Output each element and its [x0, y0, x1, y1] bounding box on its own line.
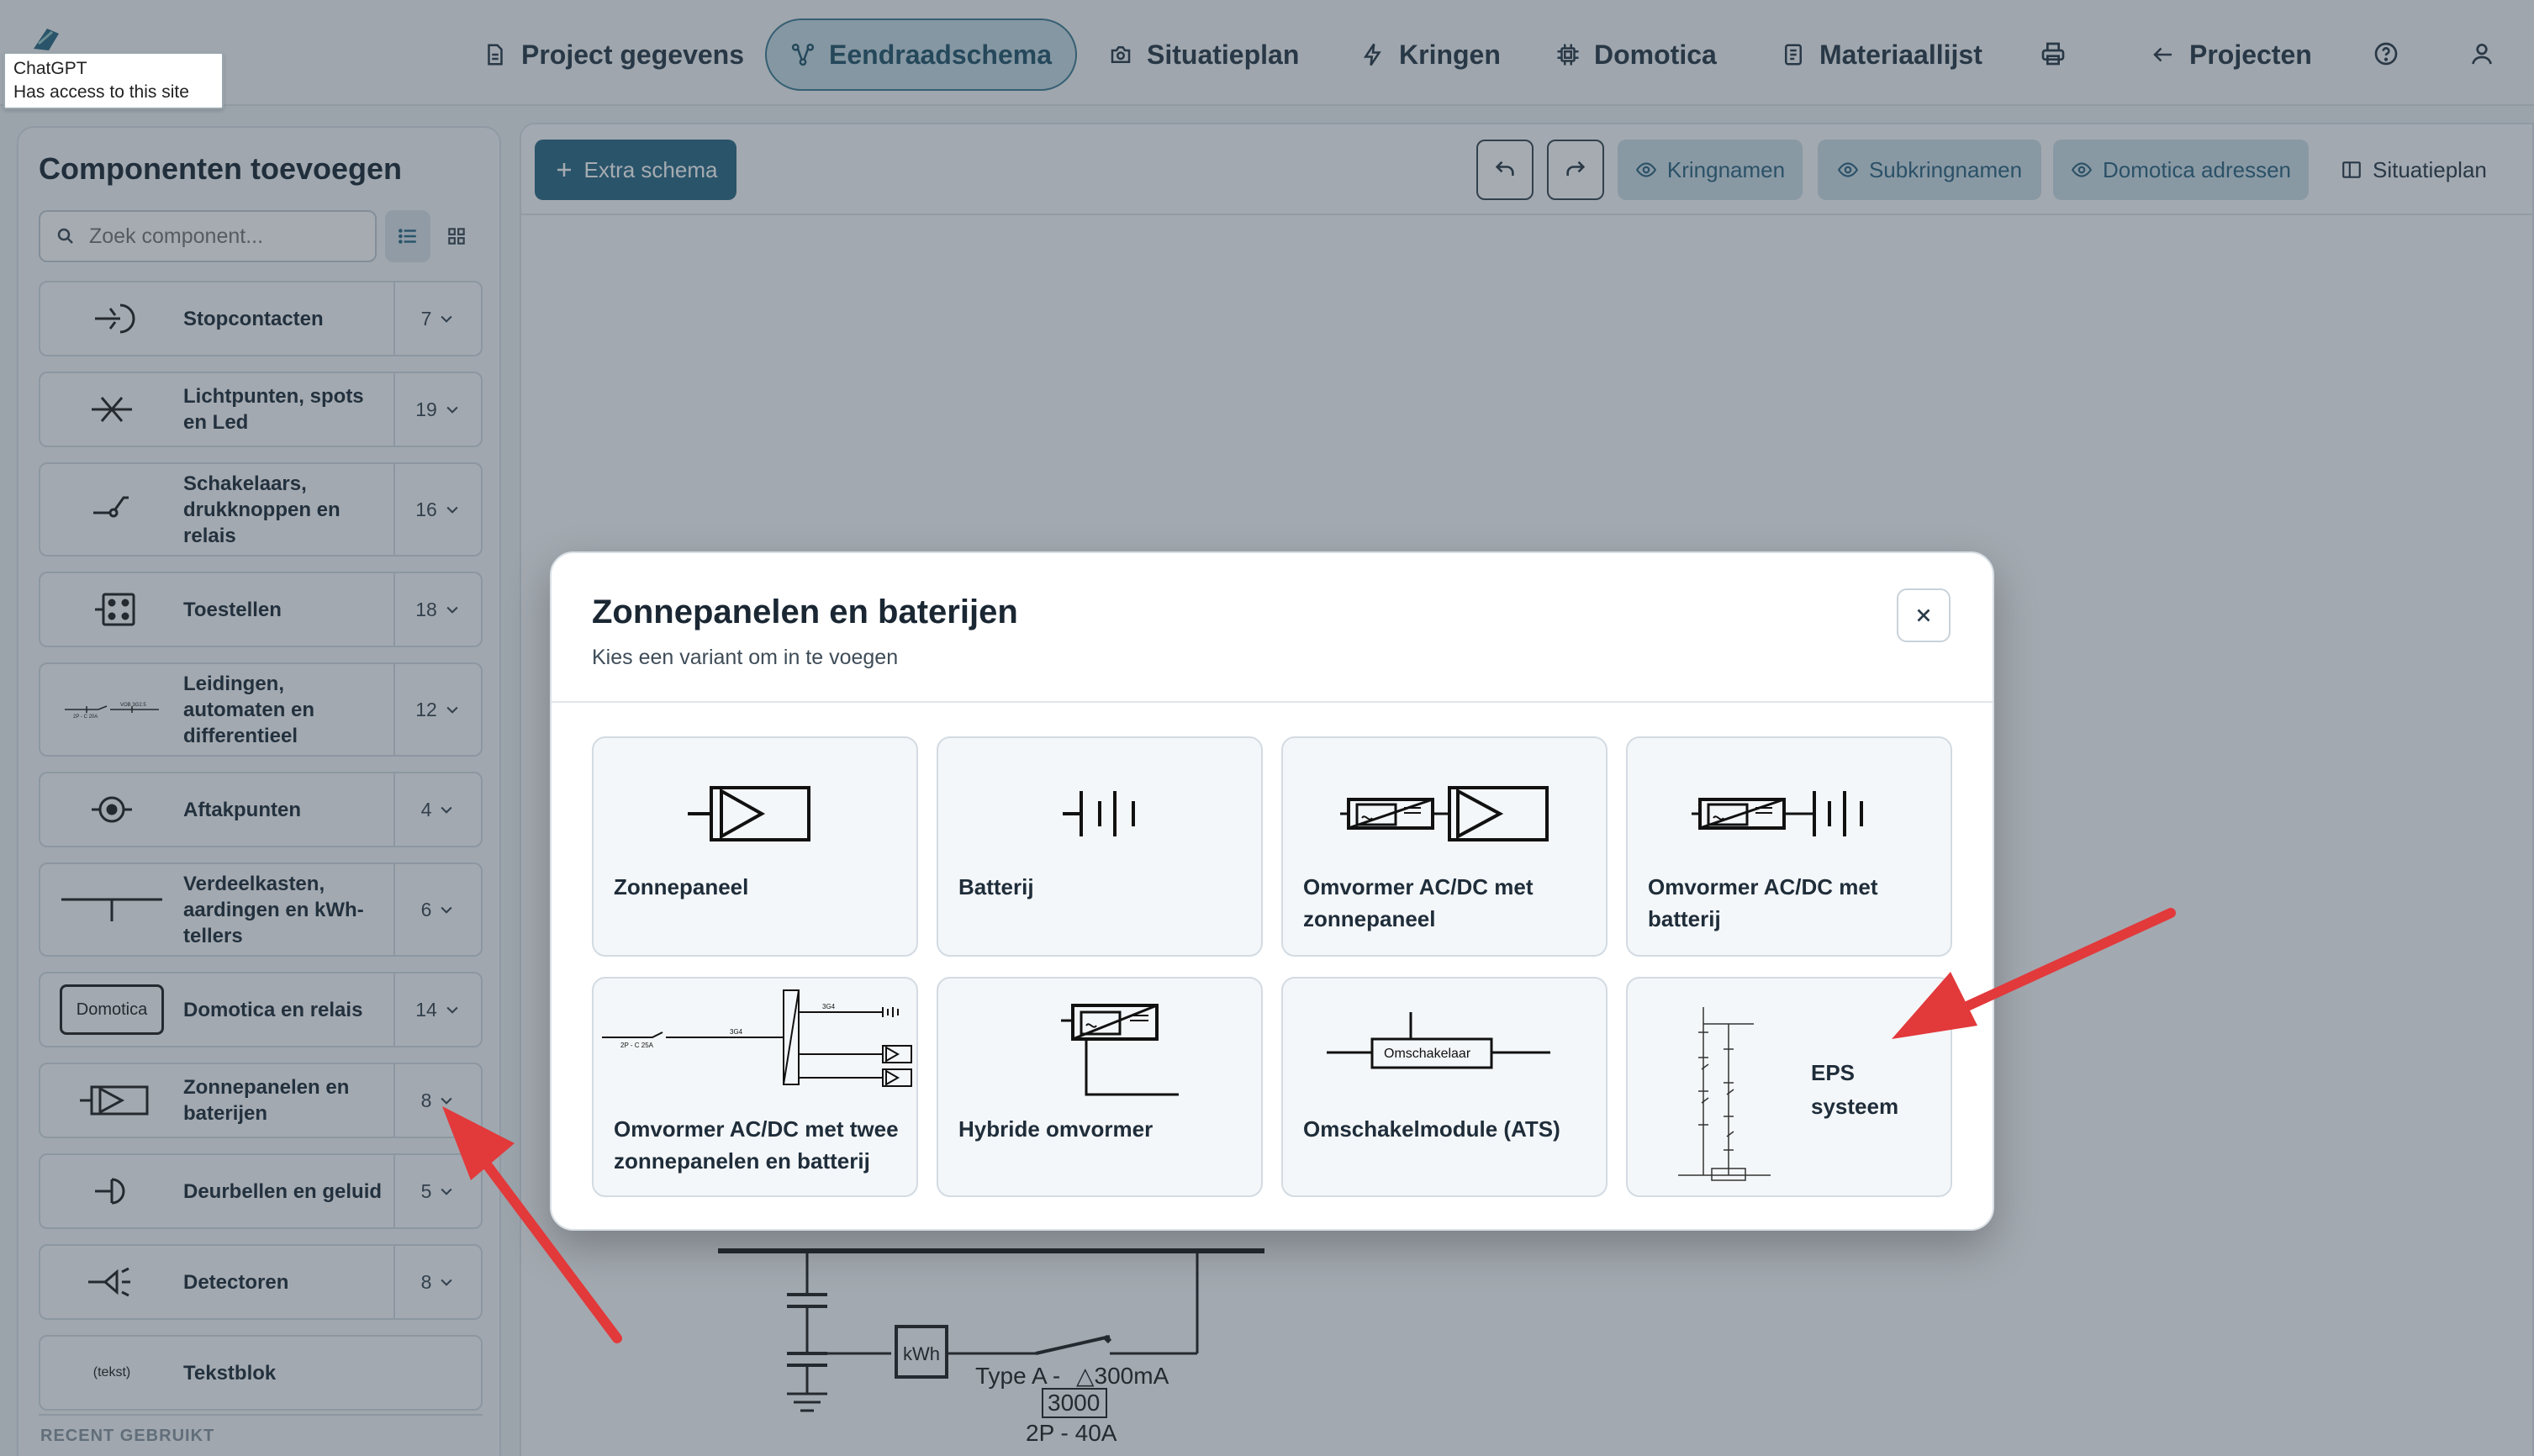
card-label: Batterij	[958, 874, 1034, 899]
inverter-solar-icon	[1340, 786, 1549, 841]
inverter-battery-icon	[1692, 791, 1863, 836]
ats-switch-icon: Omschakelaar	[1327, 1012, 1550, 1069]
chatgpt-tooltip: ChatGPT Has access to this site	[3, 52, 224, 109]
svg-text:3G4: 3G4	[730, 1028, 743, 1036]
variant-card-batterij[interactable]: Batterij	[937, 736, 1263, 957]
variant-card-omvormer-zonnepaneel[interactable]: Omvormer AC/DC met zonnepaneel	[1281, 736, 1608, 957]
card-label: Zonnepaneel	[614, 874, 749, 899]
close-icon	[1917, 609, 1930, 622]
modal-title: Zonnepanelen en baterijen	[592, 593, 1018, 630]
svg-text:3G4: 3G4	[822, 1003, 836, 1010]
card-label: EPS systeem	[1811, 1060, 1899, 1119]
variant-card-omvormer-twee-zonnepanelen[interactable]: 2P - C 25A 3G4 3G4 Omvormer AC/DC met twee…	[592, 977, 918, 1197]
tooltip-title: ChatGPT	[13, 59, 87, 78]
solar-panel-icon	[688, 786, 810, 841]
eps-system-icon	[1678, 1007, 1779, 1184]
variant-card-zonnepaneel[interactable]: Zonnepaneel	[592, 736, 918, 957]
close-button[interactable]	[1897, 588, 1951, 642]
battery-icon	[1063, 791, 1135, 836]
variant-card-omschakelmodule[interactable]: Omschakelaar Omschakelmodule (ATS)	[1281, 977, 1608, 1197]
inverter-two-panels-battery-icon: 2P - C 25A 3G4 3G4	[602, 989, 912, 1087]
card-label: Hybride omvormer	[958, 1116, 1153, 1142]
variant-card-hybride-omvormer[interactable]: Hybride omvormer	[937, 977, 1263, 1197]
card-label: Omschakelmodule (ATS)	[1303, 1116, 1560, 1142]
card-label: Omvormer AC/DC met zonnepaneel	[1303, 874, 1534, 931]
hybrid-inverter-icon	[1061, 1004, 1179, 1096]
annotation-arrow-sidebar	[442, 1106, 622, 1343]
omschakelaar-text: Omschakelaar	[1384, 1047, 1471, 1061]
modal-subtitle: Kies een variant om in te voegen	[592, 646, 899, 669]
variant-modal: Zonnepanelen en baterijen Kies een varia…	[550, 551, 1994, 1231]
tooltip-text: Has access to this site	[13, 82, 189, 102]
card-label: Omvormer AC/DC met twee zonnepanelen en …	[614, 1116, 899, 1174]
svg-text:2P - C 25A: 2P - C 25A	[620, 1042, 654, 1049]
modal-divider	[552, 701, 1993, 703]
annotation-arrow-eps	[1892, 908, 2176, 1039]
